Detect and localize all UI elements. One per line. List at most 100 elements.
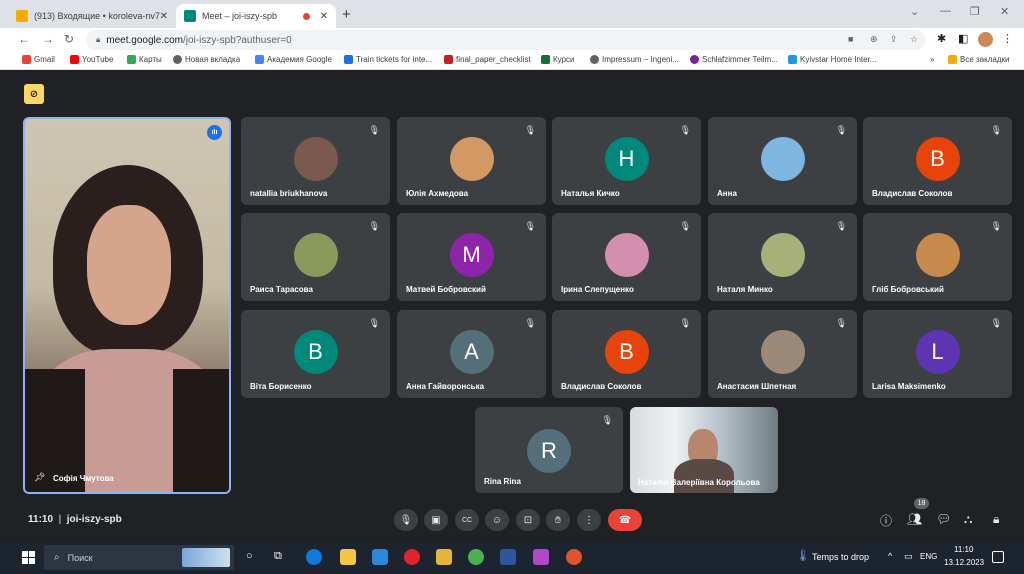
- tab-gmail[interactable]: (913) Входящие • koroleva-nv7 ✕: [8, 4, 176, 28]
- bookmark-train-tickets[interactable]: Train tickets for inte...: [344, 55, 432, 64]
- bookmark-kyivstar[interactable]: Kyivstar Home Inter...: [788, 55, 876, 64]
- pin-icon[interactable]: 📌︎: [34, 472, 45, 483]
- new-tab-button[interactable]: +: [342, 6, 351, 23]
- participant-tile[interactable]: 🎙︎ Наталя Минко: [708, 213, 857, 301]
- participant-tile[interactable]: 🎙︎ A Анна Гайворонська: [397, 310, 546, 398]
- participant-name: Наталья Кичко: [561, 189, 620, 198]
- weather-icon[interactable]: 🌡︎: [796, 549, 810, 562]
- participant-tile[interactable]: 🎙︎ Анастасия Шпетная: [708, 310, 857, 398]
- extensions-icon[interactable]: ✱: [937, 32, 946, 45]
- back-icon[interactable]: ←: [18, 32, 30, 46]
- participant-tile[interactable]: 🎙︎ L Larisa Maksimenko: [863, 310, 1012, 398]
- notifications-icon[interactable]: [992, 551, 1004, 563]
- participant-avatar: R: [527, 429, 571, 473]
- app-icon[interactable]: [533, 549, 549, 565]
- share-icon[interactable]: ⇪: [890, 34, 898, 45]
- chrome-icon[interactable]: [468, 549, 484, 565]
- profile-avatar[interactable]: [978, 32, 993, 47]
- word-icon[interactable]: [500, 549, 516, 565]
- bookmark-google-academy[interactable]: Академия Google: [255, 55, 332, 64]
- firefox-icon[interactable]: [566, 549, 582, 565]
- participant-tile[interactable]: 🎙︎ Н Наталья Кичко: [552, 117, 701, 205]
- url-host: meet.google.com: [106, 34, 183, 46]
- participant-tile[interactable]: 🎙︎ Ірина Слепущенко: [552, 213, 701, 301]
- close-tab-icon[interactable]: ✕: [160, 11, 168, 22]
- participant-tile[interactable]: 🎙︎ R Rina Rina: [475, 407, 623, 493]
- minimize-button[interactable]: —: [940, 5, 951, 17]
- store-icon[interactable]: [340, 549, 356, 565]
- bookmark-final-paper[interactable]: final_paper_checklist: [444, 55, 531, 64]
- participant-tile[interactable]: 🎙︎ Юлія Ахмедова: [397, 117, 546, 205]
- bookmark-courses[interactable]: Курси: [541, 55, 575, 64]
- participant-photo: [293, 137, 338, 181]
- more-options-button[interactable]: ⋮: [577, 509, 601, 531]
- participant-tile[interactable]: 🎙︎ Анна: [708, 117, 857, 205]
- tab-search-icon[interactable]: ⌄: [910, 5, 919, 18]
- hidden-icons-chevron-icon[interactable]: ^: [888, 551, 892, 561]
- bookmark-schlafzimmer[interactable]: Schlafzimmer Teilm...: [690, 55, 778, 64]
- reload-icon[interactable]: ↻: [64, 32, 74, 46]
- participant-tile[interactable]: 🎙︎ B Віта Борисенко: [241, 310, 390, 398]
- mic-off-icon: 🎙︎: [679, 125, 691, 135]
- menu-icon[interactable]: ⋮: [1002, 32, 1013, 45]
- participant-tile[interactable]: 🎙︎ B Владислав Соколов: [552, 310, 701, 398]
- meeting-info-icon[interactable]: ⓘ: [880, 512, 892, 529]
- raise-hand-button[interactable]: ✋︎: [546, 509, 570, 531]
- participant-tile[interactable]: 🎙︎ M Матвей Бобровский: [397, 213, 546, 301]
- taskbar-clock[interactable]: 11:10: [954, 545, 973, 554]
- activities-icon[interactable]: ⛬: [964, 512, 972, 527]
- search-placeholder: Поиск: [67, 552, 93, 563]
- self-view-body: [674, 459, 734, 493]
- weather-text[interactable]: Temps to drop: [812, 552, 869, 562]
- language-indicator[interactable]: ENG: [920, 552, 937, 561]
- bookmark-impressum[interactable]: Impressum – Ingeni...: [590, 55, 679, 64]
- leave-call-button[interactable]: ☎︎: [608, 509, 642, 531]
- mic-off-icon: 🎙︎: [835, 125, 847, 135]
- zoom-icon[interactable]: ⊕: [870, 34, 878, 45]
- bookmarks-overflow-button[interactable]: »: [930, 55, 934, 64]
- camera-button[interactable]: ▣: [424, 509, 448, 531]
- bookmark-youtube[interactable]: YouTube: [70, 55, 113, 64]
- bookmark-gmail[interactable]: Gmail: [22, 55, 55, 64]
- url-path: /joi-iszy-spb?authuser=0: [182, 34, 292, 46]
- close-window-button[interactable]: ✕: [1000, 5, 1009, 18]
- taskbar-search[interactable]: ⌕ Поиск: [44, 545, 234, 570]
- taskbar-date[interactable]: 13.12.2023: [944, 558, 984, 567]
- speaking-indicator-icon: ıIı: [207, 125, 222, 140]
- side-panel-icon[interactable]: ◧: [958, 32, 968, 45]
- participant-tile[interactable]: 🎙︎ Раиса Тарасова: [241, 213, 390, 301]
- participant-photo: [604, 233, 649, 277]
- captions-off-icon[interactable]: ⊘: [24, 84, 44, 104]
- captions-button[interactable]: CC: [455, 509, 479, 531]
- maximize-button[interactable]: ❐: [970, 5, 980, 18]
- self-view-tile[interactable]: Наталія Валеріївна Корольова: [630, 407, 778, 493]
- close-tab-icon[interactable]: ✕: [320, 11, 328, 22]
- address-bar[interactable]: 🔒︎ meet.google.com/joi-iszy-spb?authuser…: [86, 30, 926, 50]
- present-screen-button[interactable]: ⊡: [516, 509, 540, 531]
- all-bookmarks-button[interactable]: Все закладки: [948, 55, 1009, 64]
- bookmark-star-icon[interactable]: ☆: [910, 34, 918, 45]
- cortana-icon[interactable]: ○: [246, 550, 253, 562]
- forward-icon[interactable]: →: [42, 32, 54, 46]
- network-icon[interactable]: ▭: [904, 551, 913, 562]
- bookmark-new-tab[interactable]: Новая вкладка: [173, 55, 240, 64]
- windows-start-icon[interactable]: [22, 551, 35, 564]
- participant-tile[interactable]: 🎙︎ natallia briukhanova: [241, 117, 390, 205]
- people-icon[interactable]: 👥︎: [907, 512, 922, 526]
- participant-tile[interactable]: 🎙︎ В Владислав Соколов: [863, 117, 1012, 205]
- camera-in-use-icon[interactable]: ■: [848, 34, 853, 44]
- chat-icon[interactable]: 💬︎: [936, 512, 951, 526]
- mic-off-icon: 🎙︎: [368, 125, 380, 135]
- bookmark-maps[interactable]: Карты: [127, 55, 162, 64]
- speaker-tile[interactable]: ıIı 📌︎ Софія Чмутова: [23, 117, 231, 494]
- opera-icon[interactable]: [404, 549, 420, 565]
- microphone-button[interactable]: 🎙︎: [394, 509, 418, 531]
- participant-tile[interactable]: 🎙︎ Гліб Бобровський: [863, 213, 1012, 301]
- mail-icon[interactable]: [372, 549, 388, 565]
- tab-meet[interactable]: Meet – joi-iszy-spb ✕: [176, 4, 336, 28]
- file-explorer-icon[interactable]: [436, 549, 452, 565]
- host-controls-icon[interactable]: 🔒︎: [993, 512, 999, 527]
- emoji-reactions-button[interactable]: ☺: [485, 509, 509, 531]
- task-view-icon[interactable]: ⧉: [274, 550, 282, 563]
- edge-icon[interactable]: [306, 549, 322, 565]
